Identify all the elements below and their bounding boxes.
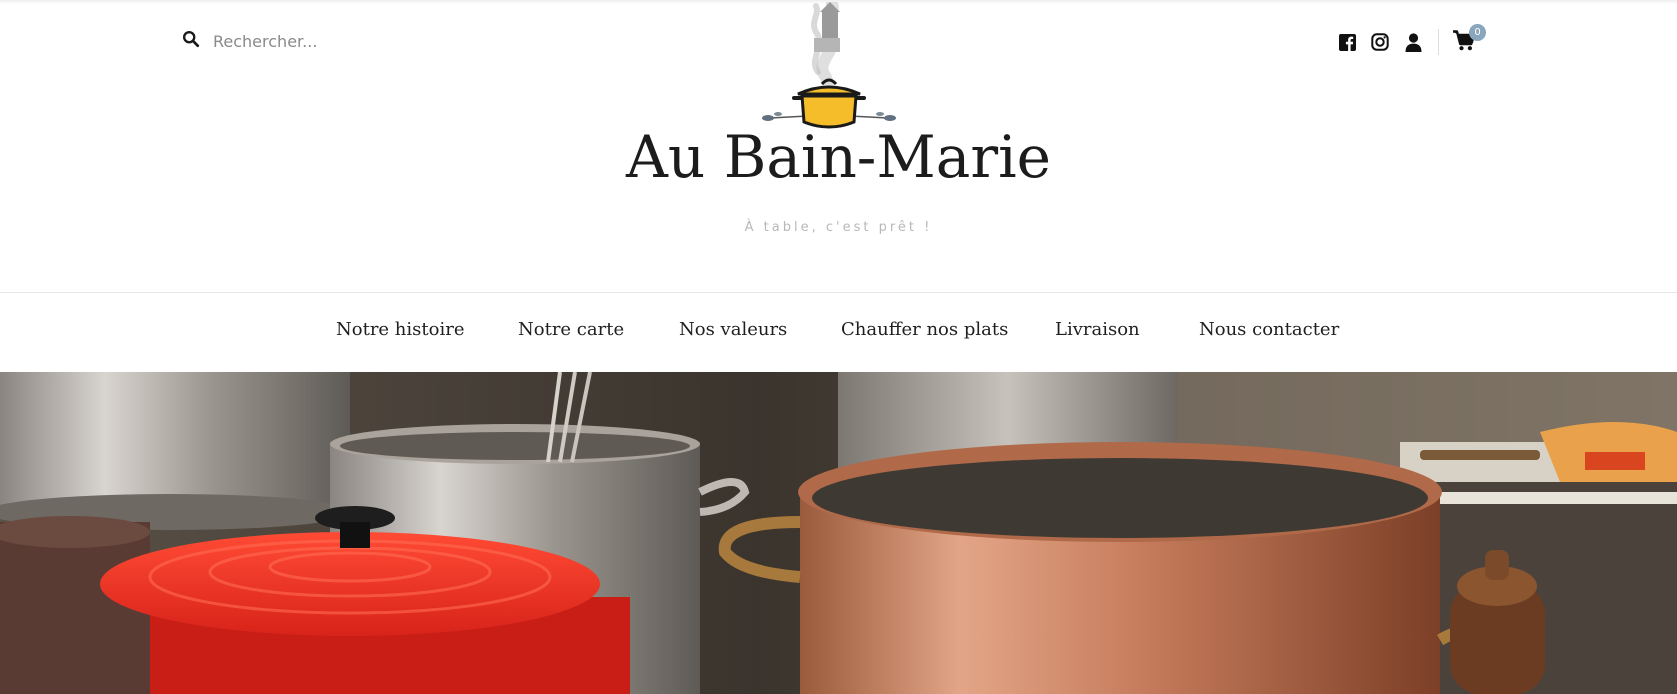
cart-icon[interactable]: 0 bbox=[1453, 24, 1486, 54]
nav-item-nos-valeurs[interactable]: Nos valeurs bbox=[679, 319, 787, 340]
header-divider bbox=[1438, 29, 1439, 55]
facebook-icon[interactable] bbox=[1337, 32, 1357, 52]
nav-item-notre-carte[interactable]: Notre carte bbox=[518, 319, 624, 340]
hero-banner bbox=[0, 372, 1677, 694]
site-title[interactable]: Au Bain-Marie bbox=[0, 128, 1677, 186]
main-navigation: Notre histoire Notre carte Nos valeurs C… bbox=[0, 292, 1677, 372]
nav-item-nous-contacter[interactable]: Nous contacter bbox=[1199, 319, 1339, 340]
nav-item-livraison[interactable]: Livraison bbox=[1055, 319, 1140, 340]
nav-item-chauffer-nos-plats[interactable]: Chauffer nos plats bbox=[841, 319, 1008, 340]
logo-icon[interactable] bbox=[744, 0, 914, 130]
hero-image bbox=[0, 372, 1677, 694]
header-icons: 0 bbox=[1337, 24, 1486, 56]
cart-count-badge: 0 bbox=[1469, 24, 1486, 41]
search-icon[interactable] bbox=[182, 30, 200, 52]
instagram-icon[interactable] bbox=[1370, 32, 1390, 52]
search-input[interactable] bbox=[211, 30, 435, 52]
user-icon[interactable] bbox=[1403, 32, 1423, 52]
search-bar bbox=[182, 26, 435, 56]
site-tagline: À table, c'est prêt ! bbox=[744, 220, 933, 235]
nav-menu: Notre histoire Notre carte Nos valeurs C… bbox=[0, 293, 1677, 372]
site-header: Au Bain-Marie À table, c'est prêt ! 0 bbox=[0, 0, 1677, 292]
nav-item-notre-histoire[interactable]: Notre histoire bbox=[336, 319, 464, 340]
